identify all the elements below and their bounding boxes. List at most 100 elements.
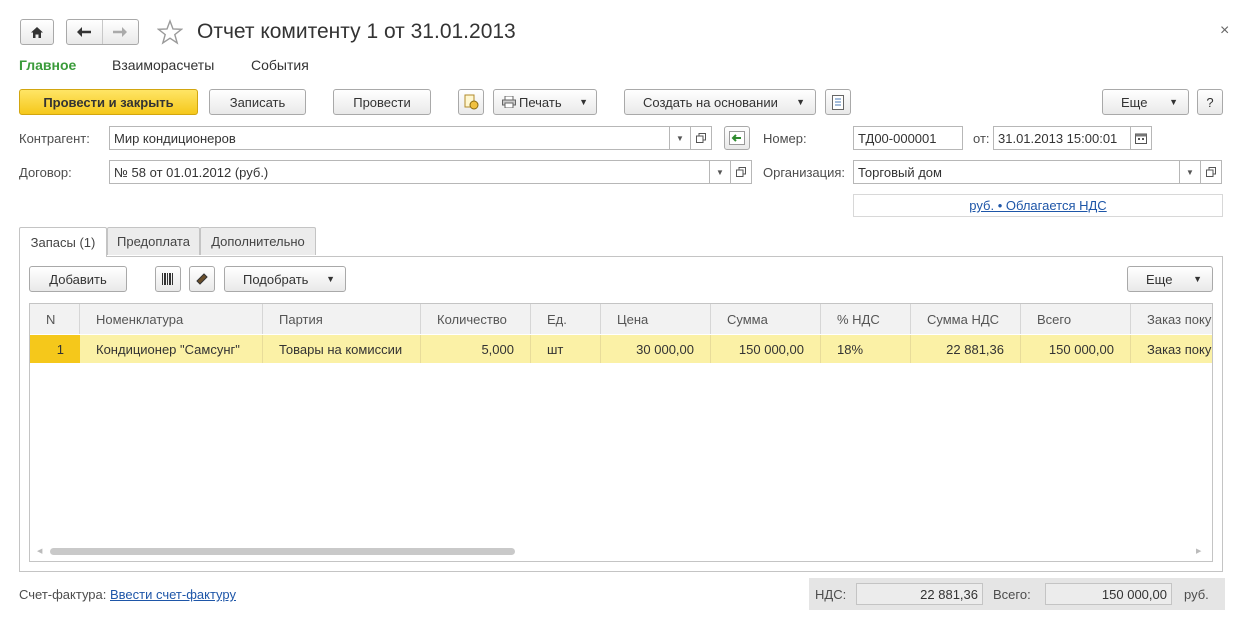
scroll-right-arrow-icon[interactable]: ▶ <box>1196 547 1201 555</box>
open-window-icon <box>736 167 746 177</box>
table-more-button[interactable]: Еще ▼ <box>1127 266 1213 292</box>
col-header-vat-amount[interactable]: Сумма НДС <box>911 304 1021 334</box>
currency-label: руб. <box>1184 587 1209 602</box>
arrow-right-icon <box>113 27 128 37</box>
number-label: Номер: <box>763 131 807 146</box>
col-header-unit[interactable]: Ед. <box>531 304 601 334</box>
create-based-on-button[interactable]: Создать на основании ▼ <box>624 89 816 115</box>
counterparty-open-button[interactable] <box>690 126 712 150</box>
open-window-icon <box>1206 167 1216 177</box>
post-button[interactable]: Провести <box>333 89 431 115</box>
create-based-on-label: Создать на основании <box>643 94 778 110</box>
table-more-label: Еще <box>1146 271 1173 287</box>
grand-total-label: Всего: <box>993 587 1031 602</box>
chevron-down-icon: ▼ <box>579 97 588 107</box>
back-button[interactable] <box>67 20 103 44</box>
cell-quantity[interactable]: 5,000 <box>421 335 531 363</box>
col-header-price[interactable]: Цена <box>601 304 711 334</box>
cell-total[interactable]: 150 000,00 <box>1021 335 1131 363</box>
printer-icon <box>502 96 516 108</box>
home-icon <box>31 26 43 38</box>
col-header-item[interactable]: Номенклатура <box>80 304 263 334</box>
organization-field[interactable]: Торговый дом <box>853 160 1180 184</box>
chevron-down-icon: ▼ <box>1193 274 1202 284</box>
cell-customer-order[interactable]: Заказ покупателя <box>1131 335 1212 363</box>
cell-batch[interactable]: Товары на комиссии <box>263 335 421 363</box>
organization-open-button[interactable] <box>1200 160 1222 184</box>
enter-invoice-link[interactable]: Ввести счет-фактуру <box>110 587 236 602</box>
vat-settings-link[interactable]: руб. • Облагается НДС <box>969 198 1106 213</box>
refresh-arrow-icon <box>729 131 745 145</box>
print-button[interactable]: Печать ▼ <box>493 89 597 115</box>
counterparty-label: Контрагент: <box>19 131 90 146</box>
vat-total-label: НДС: <box>815 587 847 602</box>
col-header-amount[interactable]: Сумма <box>711 304 821 334</box>
favorite-star-icon[interactable] <box>156 19 184 45</box>
save-button[interactable]: Записать <box>209 89 306 115</box>
col-header-vat-rate[interactable]: % НДС <box>821 304 911 334</box>
organization-label: Организация: <box>763 165 846 180</box>
more-label: Еще <box>1121 94 1148 110</box>
cell-item[interactable]: Кондиционер "Самсунг" <box>80 335 263 363</box>
help-button[interactable]: ? <box>1197 89 1223 115</box>
scroll-left-arrow-icon[interactable]: ◀ <box>37 547 42 555</box>
contract-dropdown-button[interactable]: ▼ <box>709 160 731 184</box>
tab-settlements[interactable]: Взаиморасчеты <box>112 57 214 73</box>
barcode-button[interactable] <box>155 266 181 292</box>
scanner-icon <box>196 273 208 285</box>
date-field[interactable]: 31.01.2013 15:00:01 <box>993 126 1131 150</box>
structure-button[interactable] <box>458 89 484 115</box>
contract-open-button[interactable] <box>730 160 752 184</box>
chevron-down-icon: ▼ <box>326 274 335 284</box>
chevron-down-icon: ▼ <box>1169 97 1178 107</box>
vat-info-box: руб. • Облагается НДС <box>853 194 1223 217</box>
print-label: Печать <box>519 94 562 110</box>
col-header-batch[interactable]: Партия <box>263 304 421 334</box>
contract-label: Договор: <box>19 165 72 180</box>
tab-prepayment[interactable]: Предоплата <box>107 227 200 255</box>
cell-vat-amount[interactable]: 22 881,36 <box>911 335 1021 363</box>
scanner-button[interactable] <box>189 266 215 292</box>
cell-row-number[interactable]: 1 <box>30 335 80 363</box>
report-icon <box>832 94 844 110</box>
grand-total-field: 150 000,00 <box>1045 583 1172 605</box>
calendar-button[interactable] <box>1130 126 1152 150</box>
cell-unit[interactable]: шт <box>531 335 601 363</box>
col-header-customer-order[interactable]: Заказ покупателя <box>1131 304 1212 334</box>
tab-events[interactable]: События <box>251 57 309 73</box>
chevron-down-icon: ▼ <box>796 97 805 107</box>
number-field[interactable]: ТД00-000001 <box>853 126 963 150</box>
col-header-quantity[interactable]: Количество <box>421 304 531 334</box>
tab-main[interactable]: Главное <box>19 57 76 73</box>
pick-label: Подобрать <box>243 271 309 287</box>
calendar-icon <box>1135 133 1147 144</box>
horizontal-scrollbar[interactable] <box>50 548 515 555</box>
post-and-close-button[interactable]: Провести и закрыть <box>19 89 198 115</box>
chevron-down-icon: ▼ <box>676 133 684 143</box>
open-window-icon <box>696 133 706 143</box>
more-button[interactable]: Еще ▼ <box>1102 89 1189 115</box>
tab-inventory[interactable]: Запасы (1) <box>19 227 107 257</box>
cell-price[interactable]: 30 000,00 <box>601 335 711 363</box>
date-label: от: <box>973 131 990 146</box>
report-button[interactable] <box>825 89 851 115</box>
page-title: Отчет комитенту 1 от 31.01.2013 <box>197 20 516 43</box>
counterparty-settlements-button[interactable] <box>724 126 750 150</box>
organization-dropdown-button[interactable]: ▼ <box>1179 160 1201 184</box>
cell-vat-rate[interactable]: 18% <box>821 335 911 363</box>
counterparty-field[interactable]: Мир кондиционеров <box>109 126 670 150</box>
cell-amount[interactable]: 150 000,00 <box>711 335 821 363</box>
add-row-button[interactable]: Добавить <box>29 266 127 292</box>
contract-field[interactable]: № 58 от 01.01.2012 (руб.) <box>109 160 710 184</box>
barcode-icon <box>162 273 173 285</box>
tab-additional[interactable]: Дополнительно <box>200 227 316 255</box>
pick-button[interactable]: Подобрать ▼ <box>224 266 346 292</box>
document-structure-icon <box>464 94 479 110</box>
col-header-n[interactable]: N <box>30 304 80 334</box>
col-header-total[interactable]: Всего <box>1021 304 1131 334</box>
counterparty-dropdown-button[interactable]: ▼ <box>669 126 691 150</box>
forward-button[interactable] <box>103 20 139 44</box>
home-button[interactable] <box>20 19 54 45</box>
close-icon[interactable]: × <box>1220 22 1229 40</box>
nav-group <box>66 19 139 45</box>
